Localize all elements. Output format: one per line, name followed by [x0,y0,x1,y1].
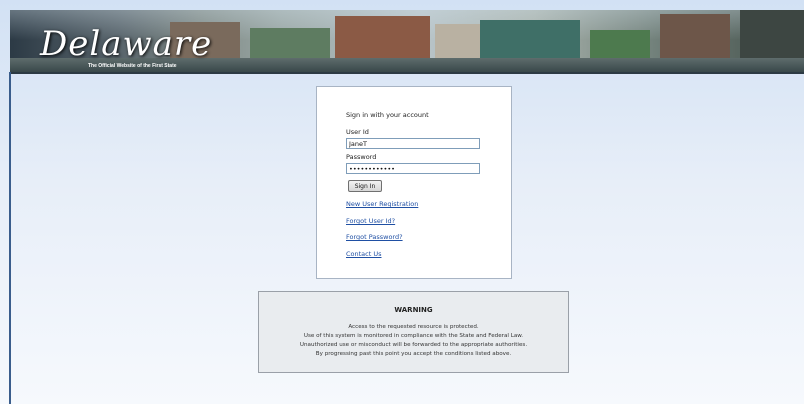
password-label: Password [346,153,377,161]
password-field[interactable] [346,163,480,174]
warning-line: Access to the requested resource is prot… [348,324,479,330]
banner: Delaware The Official Website of the Fir… [10,10,804,74]
site-logo[interactable]: Delaware [40,24,212,64]
user-id-label: User Id [346,128,369,136]
forgot-password-link[interactable]: Forgot Password? [346,233,403,241]
contact-us-link[interactable]: Contact Us [346,250,382,258]
login-heading: Sign in with your account [346,111,429,119]
warning-line: By progressing past this point you accep… [315,351,512,357]
warning-line: Use of this system is monitored in compl… [303,333,524,339]
login-panel: Sign in with your account User Id Passwo… [316,86,512,279]
banner-trees [250,28,330,58]
banner-building [335,16,430,58]
user-id-field[interactable] [346,138,480,149]
warning-line: Unauthorized use or misconduct will be f… [299,342,528,348]
left-border [9,72,11,404]
banner-building [480,20,580,58]
warning-panel: WARNING Access to the requested resource… [258,291,569,373]
forgot-user-id-link[interactable]: Forgot User Id? [346,217,395,225]
site-tagline: The Official Website of the First State [88,63,177,69]
warning-title: WARNING [394,306,433,314]
banner-building [740,10,804,58]
banner-building [660,14,730,58]
sign-in-button[interactable]: Sign In [348,180,382,192]
new-user-registration-link[interactable]: New User Registration [346,200,418,208]
banner-trees [590,30,650,58]
